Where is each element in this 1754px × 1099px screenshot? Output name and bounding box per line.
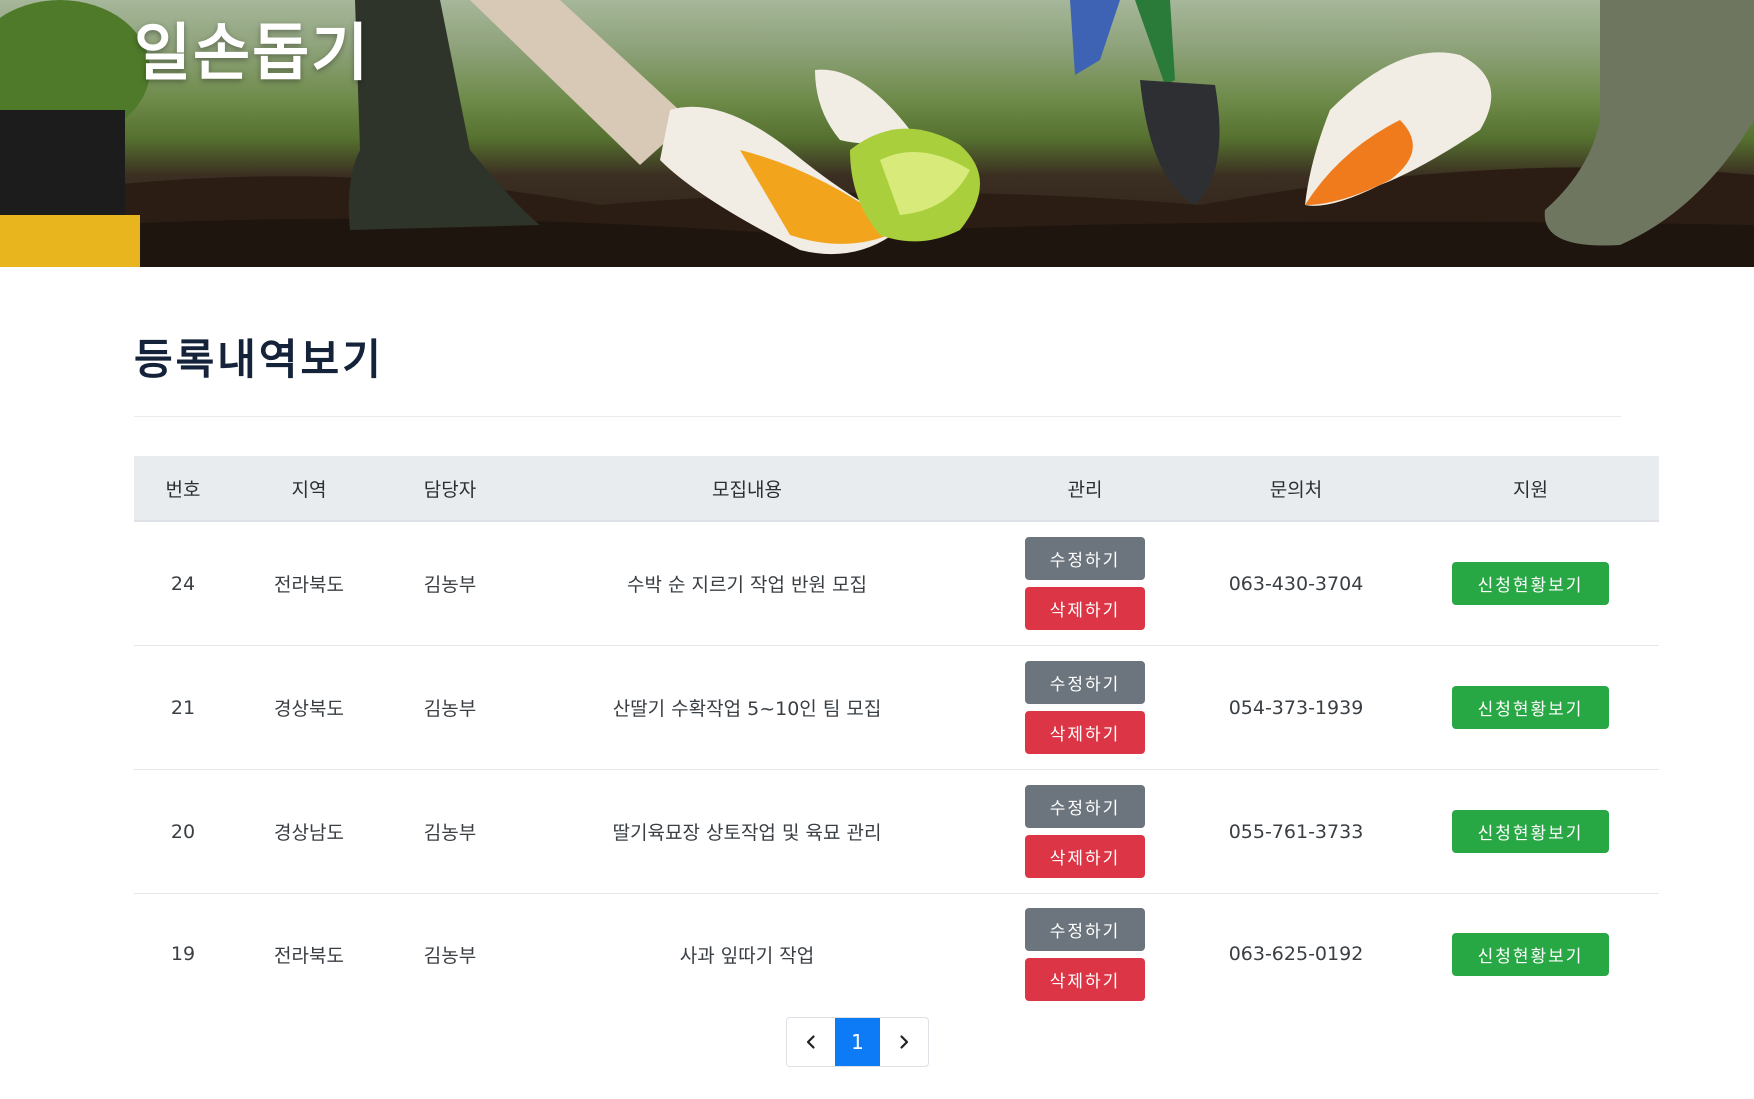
row-content: 수박 순 지르기 작업 반원 모집 <box>514 521 980 646</box>
row-region: 경상남도 <box>232 769 386 894</box>
row-content: 산딸기 수확작업 5~10인 팀 모집 <box>514 645 980 770</box>
delete-button[interactable]: 삭제하기 <box>1025 711 1145 754</box>
table-row: 21 경상북도 김농부 산딸기 수확작업 5~10인 팀 모집 수정하기 삭제하… <box>134 645 1659 770</box>
row-no: 21 <box>134 645 232 770</box>
row-manage-cell: 수정하기 삭제하기 <box>980 769 1190 894</box>
edit-button[interactable]: 수정하기 <box>1025 907 1145 951</box>
view-applications-button[interactable]: 신청현황보기 <box>1452 686 1609 729</box>
row-region: 전라북도 <box>274 944 344 967</box>
row-manage-cell: 수정하기 삭제하기 <box>980 521 1190 646</box>
row-apply-cell: 신청현황보기 <box>1402 769 1659 894</box>
row-contact: 054-373-1939 <box>1190 645 1402 770</box>
row-content: 사과 잎따기 작업 <box>679 944 815 967</box>
chevron-left-icon <box>806 1035 815 1049</box>
row-apply-cell: 신청현황보기 <box>1402 894 1659 1015</box>
hero-title: 일손돕기 <box>134 16 371 89</box>
row-region: 경상북도 <box>232 645 386 770</box>
view-applications-button[interactable]: 신청현황보기 <box>1452 562 1609 605</box>
header-manage: 관리 <box>980 456 1190 522</box>
header-contact: 문의처 <box>1190 456 1402 522</box>
table-row: 24 전라북도 김농부 수박 순 지르기 작업 반원 모집 수정하기 삭제하기 … <box>134 521 1659 646</box>
page-number-button[interactable]: 1 <box>835 1018 880 1066</box>
page-title: 등록내역보기 <box>134 335 384 384</box>
row-apply-cell: 신청현황보기 <box>1402 521 1659 646</box>
row-manager: 김농부 <box>423 944 477 967</box>
row-no: 20 <box>134 769 232 894</box>
pagination: 1 <box>786 1017 929 1067</box>
heading-divider <box>134 416 1621 417</box>
row-manage-cell: 수정하기 삭제하기 <box>980 894 1190 1015</box>
row-manager: 김농부 <box>386 769 514 894</box>
row-manager: 김농부 <box>386 521 514 646</box>
row-contact: 063-430-3704 <box>1190 521 1402 646</box>
registration-table: 번호 지역 담당자 모집내용 관리 문의처 지원 24 전라북도 김농부 수박 … <box>134 456 1659 1014</box>
header-content: 모집내용 <box>514 456 980 522</box>
row-apply-cell: 신청현황보기 <box>1402 645 1659 770</box>
hero-banner: 일손돕기 <box>0 0 1754 267</box>
row-manager: 김농부 <box>386 645 514 770</box>
row-no: 19 <box>170 943 196 965</box>
chevron-right-icon <box>900 1035 909 1049</box>
edit-button[interactable]: 수정하기 <box>1025 785 1145 828</box>
prev-page-button[interactable] <box>787 1018 835 1066</box>
row-region: 전라북도 <box>232 521 386 646</box>
row-content: 딸기육묘장 상토작업 및 육묘 관리 <box>514 769 980 894</box>
edit-button[interactable]: 수정하기 <box>1025 661 1145 704</box>
table-header-row: 번호 지역 담당자 모집내용 관리 문의처 지원 <box>134 456 1659 522</box>
table-row: 20 경상남도 김농부 딸기육묘장 상토작업 및 육묘 관리 수정하기 삭제하기… <box>134 769 1659 894</box>
next-page-button[interactable] <box>880 1018 928 1066</box>
row-manage-cell: 수정하기 삭제하기 <box>980 645 1190 770</box>
header-manager: 담당자 <box>386 456 514 522</box>
view-applications-button[interactable]: 신청현황보기 <box>1452 932 1609 976</box>
delete-button[interactable]: 삭제하기 <box>1025 587 1145 630</box>
view-applications-button[interactable]: 신청현황보기 <box>1452 810 1609 853</box>
edit-button[interactable]: 수정하기 <box>1025 537 1145 580</box>
table-row: 19 전라북도 김농부 사과 잎따기 작업 수정하기 삭제하기 063-625-… <box>134 894 1659 1015</box>
header-no: 번호 <box>134 456 232 522</box>
header-apply: 지원 <box>1402 456 1659 522</box>
delete-button[interactable]: 삭제하기 <box>1025 957 1145 1001</box>
header-region: 지역 <box>232 456 386 522</box>
delete-button[interactable]: 삭제하기 <box>1025 835 1145 878</box>
row-no: 24 <box>134 521 232 646</box>
row-contact: 063-625-0192 <box>1228 943 1364 965</box>
row-contact: 055-761-3733 <box>1190 769 1402 894</box>
